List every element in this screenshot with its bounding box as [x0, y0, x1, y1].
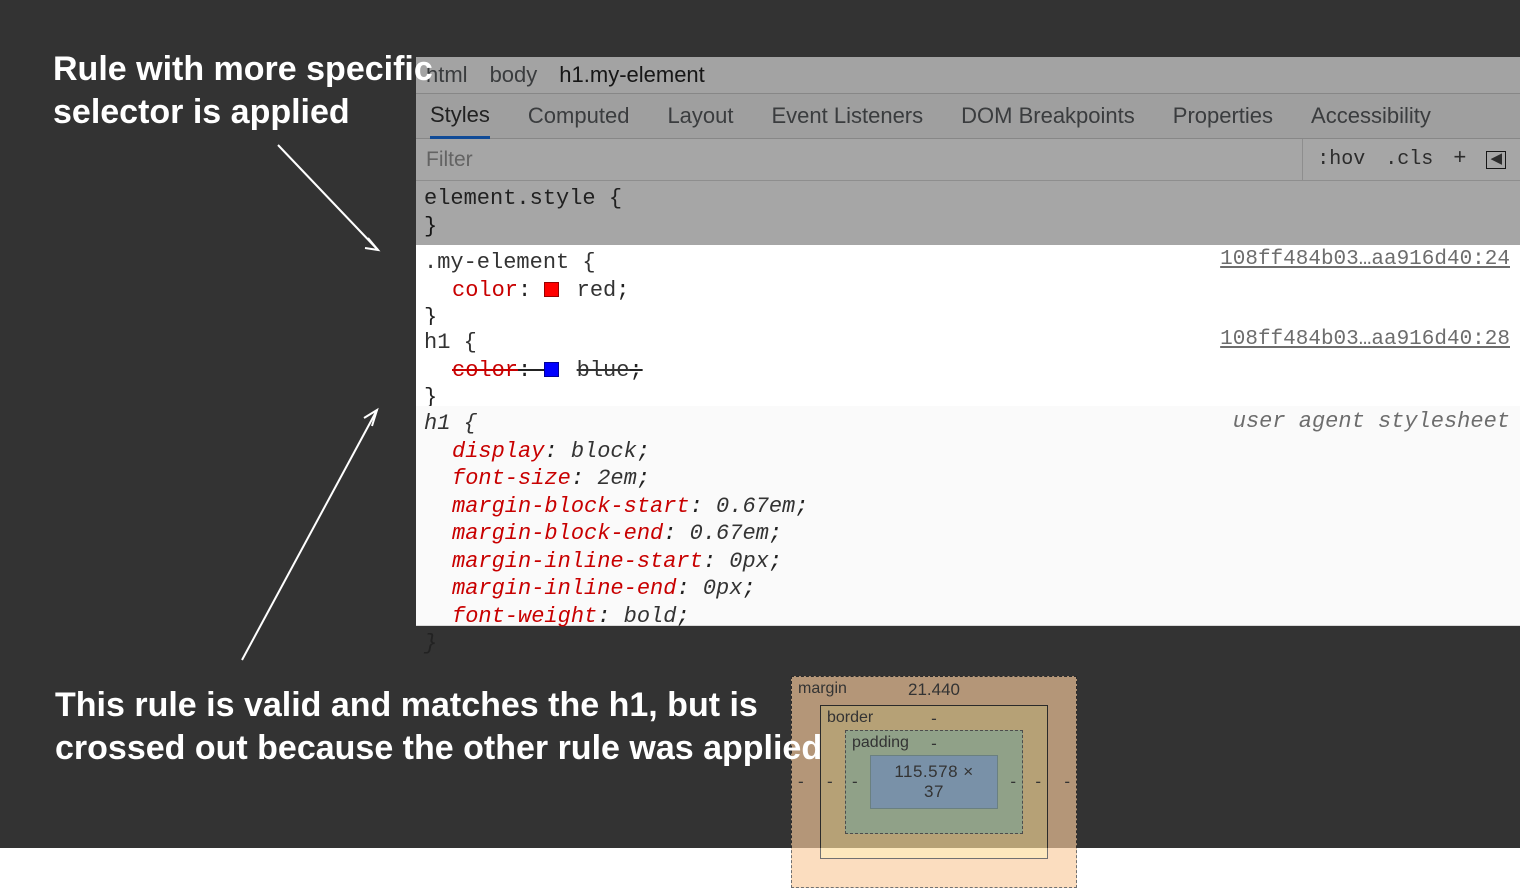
- close-brace: }: [424, 630, 1512, 658]
- box-model-widget[interactable]: margin 21.440 - - border - - - padding -…: [791, 676, 1077, 888]
- css-rule-h1-overridden[interactable]: h1 { color: blue; } 108ff484b03…aa916d40…: [416, 325, 1520, 406]
- margin-top-value: 21.440: [908, 680, 960, 700]
- border-right-value: -: [1035, 772, 1041, 792]
- padding-top-value: -: [931, 734, 937, 754]
- property-value[interactable]: block: [571, 439, 637, 464]
- color-swatch-icon[interactable]: [544, 282, 559, 297]
- annotation-top: Rule with more specificselector is appli…: [53, 48, 433, 133]
- padding-label: padding: [852, 734, 909, 752]
- property-value[interactable]: 0.67em: [716, 494, 795, 519]
- source-link[interactable]: 108ff484b03…aa916d40:28: [1220, 327, 1510, 353]
- property-value[interactable]: 2em: [597, 466, 637, 491]
- property-name[interactable]: color: [452, 278, 518, 303]
- box-margin[interactable]: margin 21.440 - - border - - - padding -…: [791, 676, 1077, 888]
- color-swatch-icon[interactable]: [544, 362, 559, 377]
- box-content-size: 115.578 × 37: [870, 755, 998, 809]
- property-value[interactable]: blue: [577, 358, 630, 383]
- property-value[interactable]: 0px: [703, 576, 743, 601]
- property-name[interactable]: font-weight: [452, 604, 597, 629]
- css-rule-my-element[interactable]: .my-element { color: red; } 108ff484b03……: [416, 245, 1520, 325]
- property-value[interactable]: 0px: [729, 549, 769, 574]
- property-name[interactable]: margin-inline-start: [452, 549, 703, 574]
- margin-left-value: -: [798, 772, 804, 792]
- property-name[interactable]: color: [452, 358, 518, 383]
- property-value[interactable]: red: [577, 278, 617, 303]
- property-value[interactable]: 0.67em: [690, 521, 769, 546]
- box-border[interactable]: border - - - padding - - - 115.578 × 37: [820, 705, 1048, 859]
- property-name[interactable]: margin-block-end: [452, 521, 663, 546]
- property-name[interactable]: margin-block-start: [452, 494, 690, 519]
- property-name[interactable]: font-size: [452, 466, 571, 491]
- source-link[interactable]: 108ff484b03…aa916d40:24: [1220, 247, 1510, 273]
- box-padding[interactable]: padding - - - 115.578 × 37: [845, 730, 1023, 834]
- padding-right-value: -: [1010, 772, 1016, 792]
- property-value[interactable]: bold: [624, 604, 677, 629]
- border-label: border: [827, 709, 873, 727]
- annotation-bottom: This rule is valid and matches the h1, b…: [55, 684, 822, 769]
- border-top-value: -: [931, 709, 937, 729]
- property-name[interactable]: margin-inline-end: [452, 576, 676, 601]
- margin-right-value: -: [1064, 772, 1070, 792]
- property-name[interactable]: display: [452, 439, 544, 464]
- css-rule-ua[interactable]: h1 { display: block;font-size: 2em;margi…: [416, 406, 1520, 626]
- source-link: user agent stylesheet: [1233, 408, 1510, 436]
- padding-left-value: -: [852, 772, 858, 792]
- border-left-value: -: [827, 772, 833, 792]
